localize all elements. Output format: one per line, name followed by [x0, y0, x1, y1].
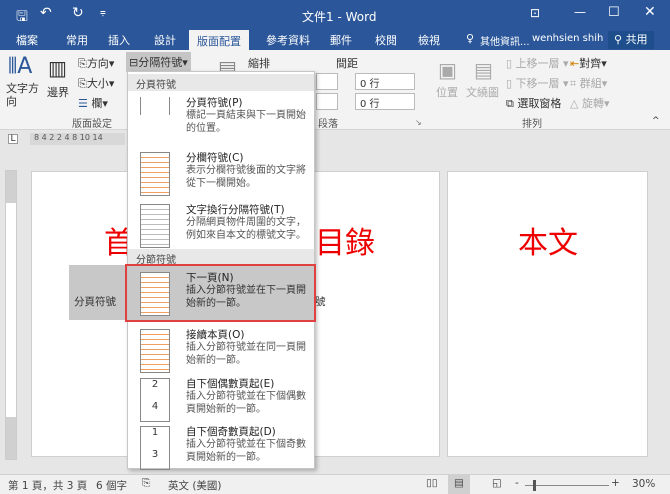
zoom-in-button[interactable]: +: [611, 477, 620, 489]
size-icon: ⎘: [78, 77, 87, 90]
wrap-text-icon: ▤: [474, 58, 493, 82]
ruler-bar: L 8 4 2 2 4 8 10 14: [0, 130, 670, 148]
print-layout-icon[interactable]: ▤: [448, 475, 470, 494]
ribbon-display-icon[interactable]: ⊡: [530, 6, 540, 20]
page3-title: 本文: [518, 226, 578, 261]
orientation-icon: ⎘: [78, 57, 87, 70]
undo-icon[interactable]: ↶: [40, 5, 52, 21]
menu-item-page-break[interactable]: 分頁符號(P) 標記一頁結束與下一頁開始的位置。: [128, 91, 314, 145]
orientation-button[interactable]: ⎘方向▾: [78, 55, 114, 71]
share-label: 共用: [625, 33, 648, 46]
tab-view[interactable]: 檢視: [418, 32, 440, 48]
margins-icon: ▥: [48, 56, 67, 80]
paragraph-launcher-icon[interactable]: ↘: [415, 118, 422, 127]
share-button[interactable]: ⚲ 共用: [608, 31, 654, 49]
menu-item-text-wrapping-break[interactable]: 文字換行分隔符號(T) 分隔網頁物件周圍的文字，例如來自本文的標號文字。: [128, 198, 314, 252]
paragraph-group-label: 段落: [318, 119, 338, 130]
spacing-label: 間距: [336, 57, 358, 70]
title-bar: 🖫 ↶ ↻ ⩦ 文件1 - Word ⊡ — ☐ ✕: [0, 0, 670, 30]
breaks-button[interactable]: ⊟分隔符號▾: [126, 52, 191, 72]
margins-button[interactable]: 邊界: [47, 84, 69, 100]
horizontal-ruler[interactable]: 8 4 2 2 4 8 10 14: [30, 133, 125, 145]
text-direction-icon: ⫴A: [8, 54, 33, 79]
redo-icon[interactable]: ↻: [72, 5, 84, 21]
menu-item-odd-page[interactable]: 13 自下個奇數頁起(D) 插入分節符號並在下個奇數頁開始新的一節。: [128, 420, 314, 474]
columns-button[interactable]: ☰ 欄▾: [78, 95, 108, 111]
highlight-box: [125, 264, 316, 322]
page-break-mark: 分頁符號: [69, 265, 127, 320]
tab-references[interactable]: 參考資料: [266, 32, 310, 48]
page-setup-group-label: 版面設定: [72, 119, 112, 130]
zoom-level[interactable]: 30%: [632, 478, 655, 490]
even-page-icon: 24: [140, 378, 170, 422]
position-button[interactable]: 位置: [436, 84, 458, 100]
breaks-icon: ⊟: [129, 56, 139, 69]
align-icon: ⇤: [570, 57, 580, 70]
size-button[interactable]: ⎘大小▾: [78, 75, 114, 91]
tab-review[interactable]: 校閱: [375, 32, 397, 48]
tab-layout[interactable]: 版面配置: [189, 30, 249, 50]
zoom-slider-thumb[interactable]: [533, 480, 536, 491]
zoom-out-button[interactable]: -: [515, 477, 519, 489]
collapse-ribbon-icon[interactable]: ^: [652, 116, 660, 126]
web-layout-icon[interactable]: ◱: [492, 477, 502, 489]
customize-qat-icon[interactable]: ⩦: [100, 7, 106, 18]
status-bar: 第 1 頁，共 3 頁 6 個字 ⎘ 英文 (美國) ▯▯ ▤ ◱ - + 30…: [0, 474, 670, 494]
selection-pane-icon: ⧉: [506, 97, 514, 110]
columns-icon: ☰: [78, 97, 88, 110]
page-breaks-header: 分頁符號: [128, 74, 314, 91]
zoom-slider[interactable]: [525, 480, 609, 491]
lightbulb-icon: ♀: [466, 32, 475, 45]
page-count[interactable]: 第 1 頁，共 3 頁: [8, 478, 87, 493]
maximize-button[interactable]: ☐: [608, 5, 620, 20]
proofing-icon[interactable]: ⎘: [142, 477, 150, 490]
position-icon: ▣: [438, 58, 457, 82]
person-icon: ⚲: [614, 33, 623, 46]
page-break-icon: [140, 97, 170, 115]
arrange-group-label: 排列: [522, 119, 542, 130]
read-mode-icon[interactable]: ▯▯: [426, 477, 438, 489]
text-direction-button[interactable]: 文字方向: [6, 82, 40, 108]
page2-title: 目錄: [315, 226, 375, 261]
menu-item-continuous[interactable]: 接續本頁(O) 插入分節符號並在同一頁開始新的一節。: [128, 323, 314, 377]
language[interactable]: 英文 (美國): [168, 478, 222, 493]
ribbon-tabs: 檔案 常用 插入 設計 版面配置 參考資料 郵件 校閱 檢視 ♀ 其他資訊...…: [0, 30, 670, 50]
selection-pane-button[interactable]: ⧉ 選取窗格: [506, 95, 561, 111]
text-wrapping-icon: [140, 204, 170, 248]
align-button[interactable]: ⇤對齊▾: [570, 55, 607, 71]
odd-page-icon: 13: [140, 426, 170, 470]
bring-forward-button[interactable]: ▯ 上移一層 ▾: [506, 55, 569, 71]
tab-file[interactable]: 檔案: [16, 32, 38, 48]
close-button[interactable]: ✕: [644, 4, 656, 20]
group-button[interactable]: ⌗ 群組▾: [570, 75, 607, 91]
spacing-before-input[interactable]: 0 行: [355, 73, 415, 90]
indent-label: 縮排: [248, 57, 270, 70]
wrap-text-button[interactable]: 文繞圖: [466, 84, 499, 100]
send-backward-button[interactable]: ▯ 下移一層 ▾: [506, 75, 569, 91]
page-3[interactable]: [447, 171, 648, 457]
menu-item-column-break[interactable]: 分欄符號(C) 表示分欄符號後面的文字將從下一欄開始。: [128, 146, 314, 200]
word-count[interactable]: 6 個字: [96, 478, 127, 493]
tell-me-box[interactable]: 其他資訊...: [480, 33, 530, 48]
indent-right-spinner[interactable]: [316, 73, 338, 90]
window-title: 文件1 - Word: [302, 10, 377, 24]
menu-item-even-page[interactable]: 24 自下個偶數頁起(E) 插入分節符號並在下個偶數頁開始新的一節。: [128, 372, 314, 426]
tab-design[interactable]: 設計: [154, 32, 176, 48]
user-name[interactable]: wenhsien shih: [532, 33, 603, 44]
tab-home[interactable]: 常用: [66, 32, 88, 48]
continuous-icon: [140, 329, 170, 373]
indent-left-spinner[interactable]: [316, 93, 338, 110]
vertical-ruler[interactable]: [5, 170, 17, 460]
tab-insert[interactable]: 插入: [108, 32, 130, 48]
spacing-after-input[interactable]: 0 行: [355, 93, 415, 110]
page2-break-mark: 號: [315, 296, 326, 308]
tab-selector-icon[interactable]: L: [8, 134, 18, 144]
tab-mailings[interactable]: 郵件: [330, 32, 352, 48]
minimize-button[interactable]: —: [574, 5, 586, 19]
column-break-icon: [140, 152, 170, 196]
rotate-button[interactable]: △ 旋轉▾: [570, 95, 610, 111]
save-icon[interactable]: 🖫: [16, 6, 28, 30]
